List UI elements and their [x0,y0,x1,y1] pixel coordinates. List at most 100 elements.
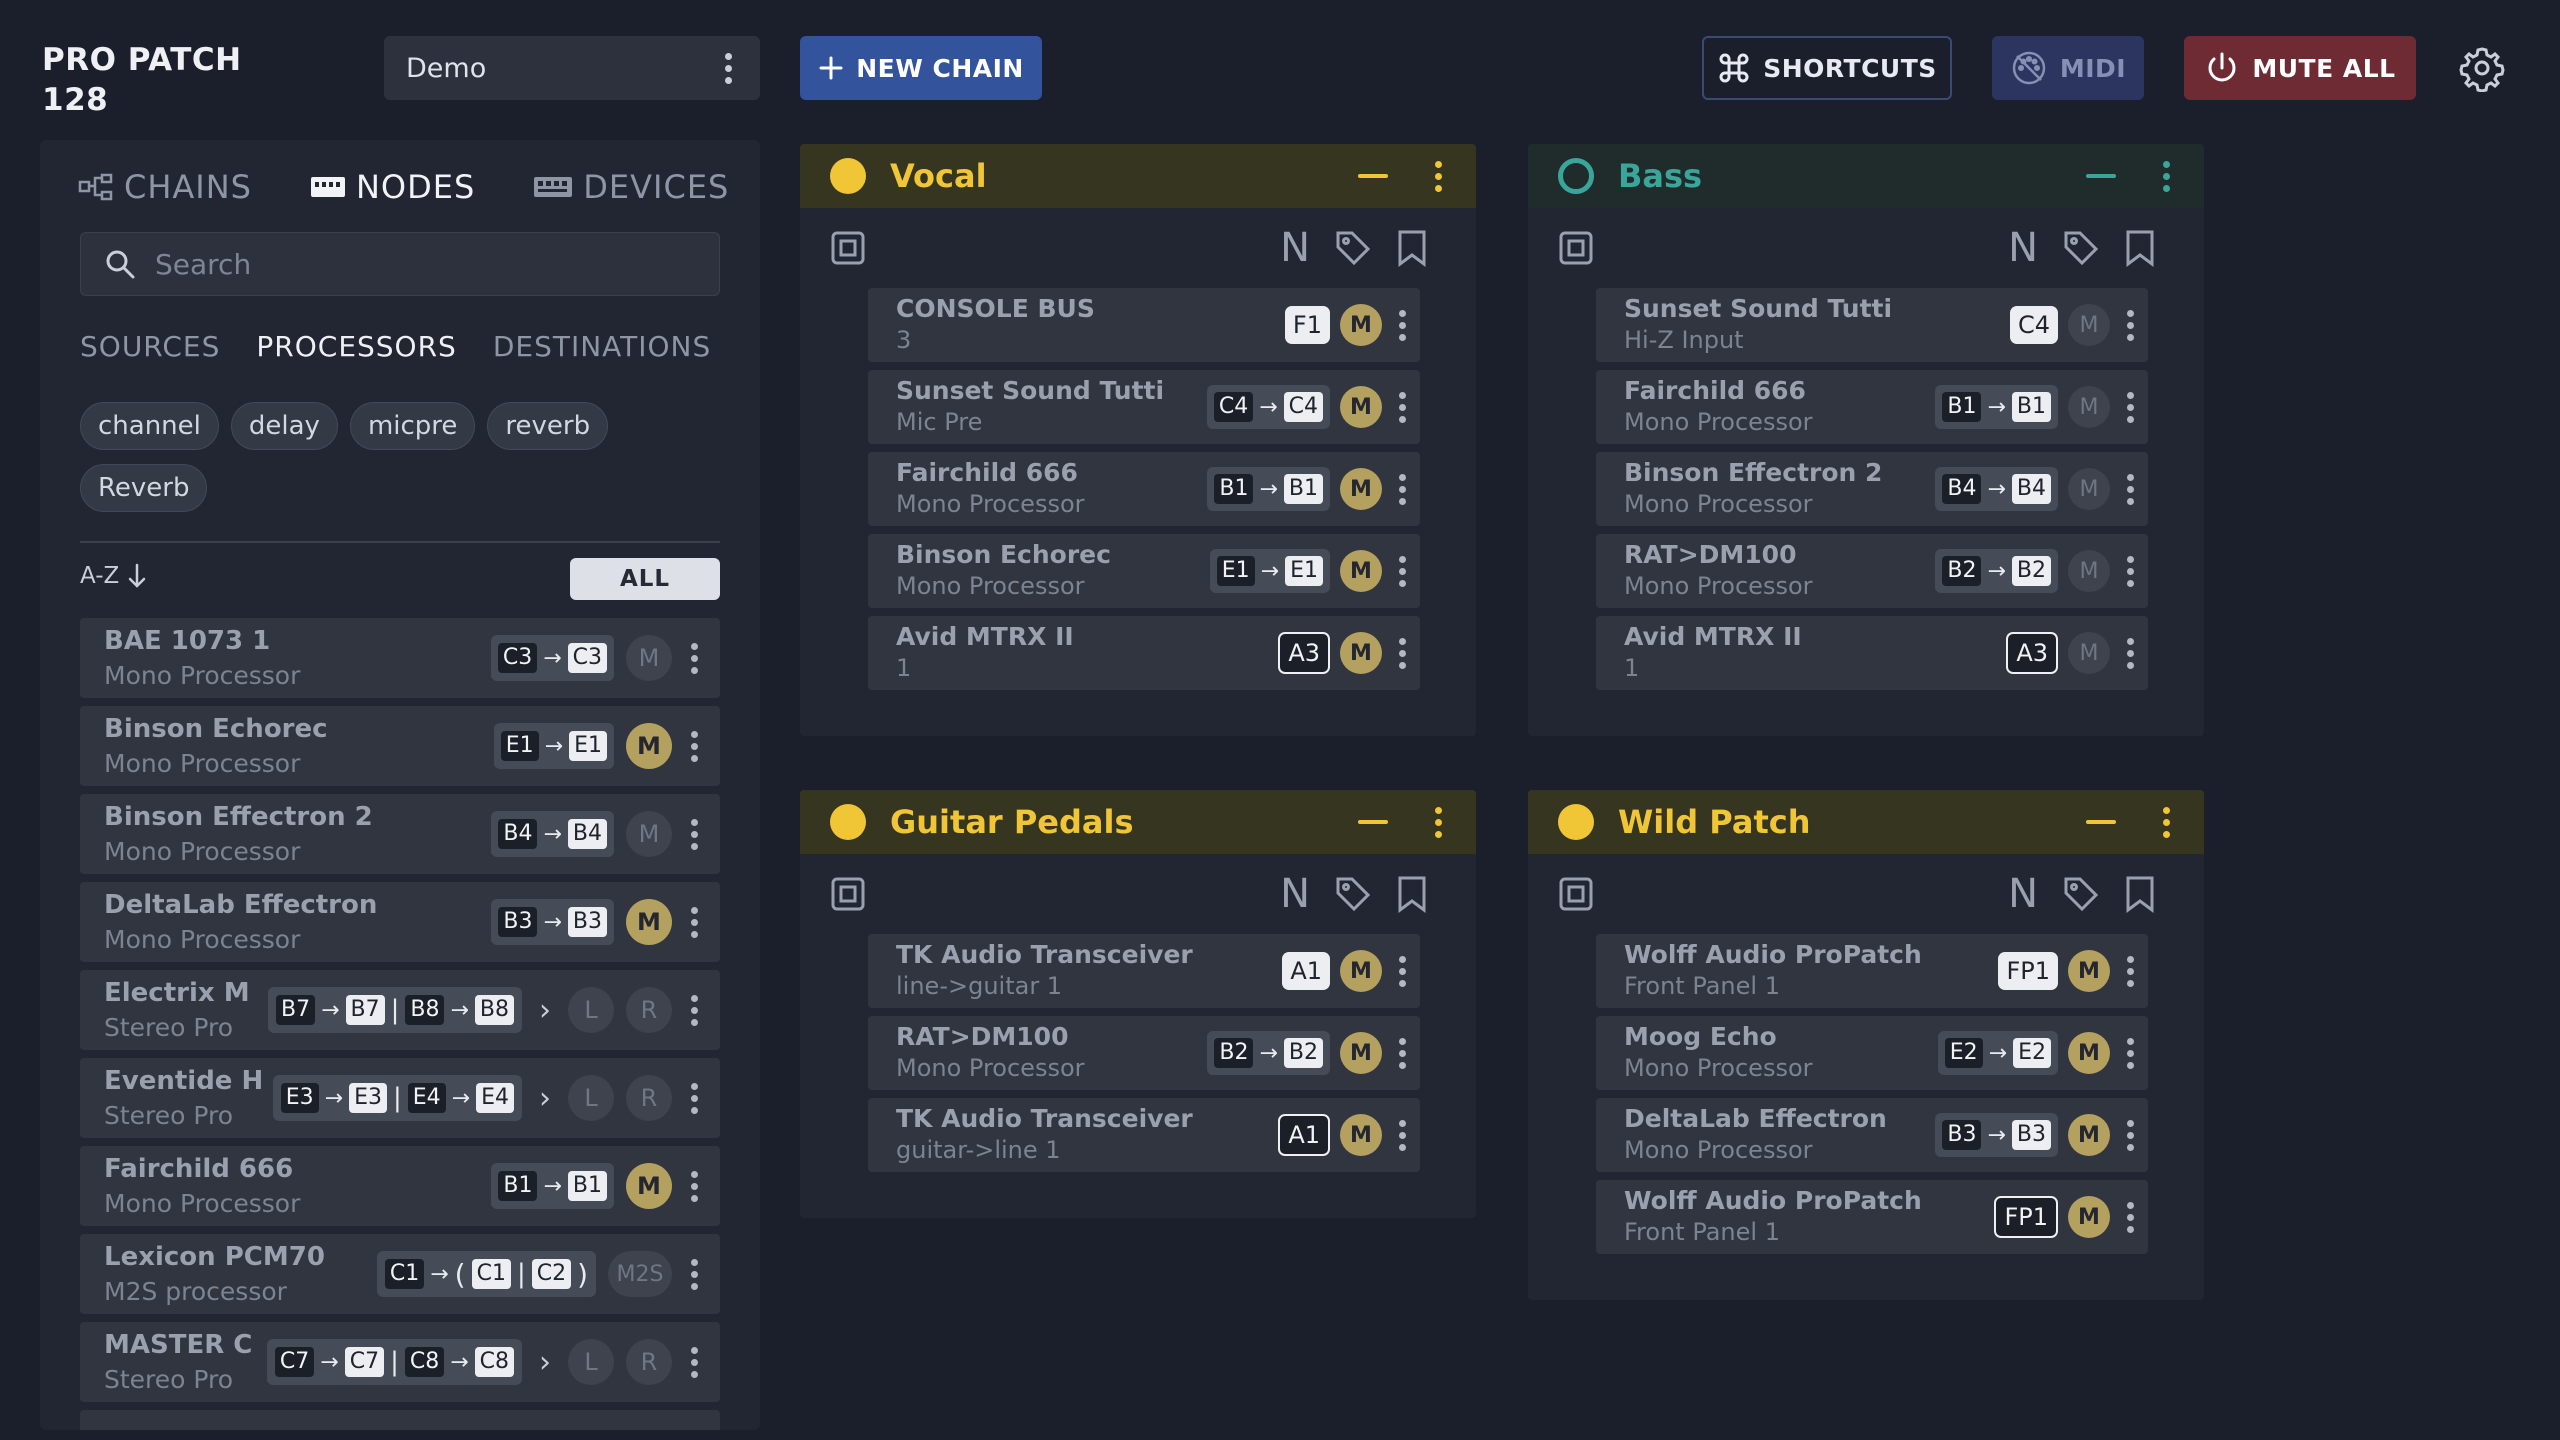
more-icon[interactable] [1392,1037,1412,1069]
search-box[interactable] [80,232,720,296]
patch-select[interactable]: Demo [384,36,760,100]
chain-header[interactable]: Bass [1528,144,2204,208]
more-icon[interactable] [684,1170,704,1202]
chain-node[interactable]: Sunset Sound Tutti Mic Pre C4 → C4 M [868,370,1420,444]
notes-icon[interactable]: N [2008,874,2038,914]
chain-menu-icon[interactable] [1428,806,1448,838]
port-badge[interactable]: A3 [2006,632,2058,674]
show-all-button[interactable]: ALL [570,558,720,600]
mute-button[interactable]: M [2068,1032,2110,1074]
more-icon[interactable] [684,994,704,1026]
chain-menu-icon[interactable] [2156,160,2176,192]
tag-icon[interactable] [2062,875,2100,913]
mute-button[interactable]: M [1340,1032,1382,1074]
more-icon[interactable] [1392,391,1412,423]
chevron-right-icon[interactable]: › [534,993,556,1028]
mute-button[interactable]: M [1340,1114,1382,1156]
port-badge[interactable]: A1 [1278,1114,1330,1156]
tag-chip[interactable]: Reverb [80,464,208,512]
chain-node[interactable]: Fairchild 666 Mono Processor B1 → B1 M [868,452,1420,526]
collapse-icon[interactable] [1358,174,1388,178]
more-icon[interactable] [2120,473,2140,505]
collapse-icon[interactable] [2086,174,2116,178]
chain-node[interactable]: Avid MTRX II 1 A3 M [1596,616,2148,690]
routing-pill[interactable]: B1 → B1 [491,1163,614,1209]
routing-pill[interactable]: E1 → E1 [493,723,614,769]
mute-button[interactable]: M [2068,1196,2110,1238]
gear-icon[interactable] [2458,44,2506,92]
left-mute-button[interactable]: L [568,1339,614,1385]
mute-button[interactable]: M [1340,632,1382,674]
chain-node[interactable]: DeltaLab Effectron Mono Processor B3 → B… [1596,1098,2148,1172]
mute-all-button[interactable]: MUTE ALL [2184,36,2416,100]
more-icon[interactable] [684,730,704,762]
mute-button[interactable]: M [1340,386,1382,428]
port-badge[interactable]: FP1 [1998,952,2058,990]
more-icon[interactable] [2120,555,2140,587]
tag-chip[interactable]: channel [80,402,219,450]
more-icon[interactable] [684,642,704,674]
chain-node[interactable]: Avid MTRX II 1 A3 M [868,616,1420,690]
select-all-icon[interactable] [830,876,866,912]
more-icon[interactable] [684,818,704,850]
more-icon[interactable] [1392,309,1412,341]
chain-node[interactable]: TK Audio Transceiver guitar->line 1 A1 M [868,1098,1420,1172]
routing-pill[interactable]: E1 → E1 [1209,549,1330,593]
routing-pill[interactable]: E3 → E3 | E4 → E4 [272,1075,522,1121]
chevron-right-icon[interactable]: › [534,1081,556,1116]
tab-nodes[interactable]: NODES [310,168,475,206]
chain-menu-icon[interactable] [1428,160,1448,192]
more-icon[interactable] [1392,555,1412,587]
left-mute-button[interactable]: L [568,1075,614,1121]
port-badge[interactable]: A1 [1282,952,1330,990]
chain-node[interactable]: Sunset Sound Tutti Hi-Z Input C4 M [1596,288,2148,362]
chain-status-indicator[interactable] [830,804,866,840]
chain-menu-icon[interactable] [2156,806,2176,838]
tag-chip[interactable]: delay [230,402,338,450]
list-item[interactable]: Binson Effectron 2 Mono Processor B4 → B… [80,794,720,874]
mute-button[interactable]: M [2068,550,2110,592]
search-input[interactable] [155,247,695,281]
list-item[interactable]: Lexicon PCM70 M2S processor C1 → ( C1 | … [80,1234,720,1314]
mute-button[interactable]: M [626,811,672,857]
collapse-icon[interactable] [1358,820,1388,824]
more-icon[interactable] [2120,955,2140,987]
chain-status-indicator[interactable] [830,158,866,194]
mute-button[interactable]: M [1340,304,1382,346]
routing-pill[interactable]: B2 → B2 [1935,549,2058,593]
more-icon[interactable] [2120,309,2140,341]
notes-icon[interactable]: N [2008,228,2038,268]
list-item[interactable]: BAE 1073 1 Mono Processor C3 → C3 M [80,618,720,698]
chain-node[interactable]: Moog Echo Mono Processor E2 → E2 M [1596,1016,2148,1090]
routing-pill[interactable]: B2 → B2 [1207,1031,1330,1075]
midi-button[interactable]: MIDI [1992,36,2144,100]
mute-button[interactable]: M [626,635,672,681]
tag-chip[interactable]: micpre [349,402,476,450]
collapse-icon[interactable] [2086,820,2116,824]
chain-node[interactable]: Wolff Audio ProPatch Front Panel 1 FP1 M [1596,1180,2148,1254]
mute-button[interactable]: M [2068,950,2110,992]
chain-node[interactable]: Fairchild 666 Mono Processor B1 → B1 M [1596,370,2148,444]
port-badge[interactable]: A3 [1278,632,1330,674]
tag-icon[interactable] [1334,229,1372,267]
mute-button[interactable]: M [1340,950,1382,992]
chain-node[interactable]: TK Audio Transceiver line->guitar 1 A1 M [868,934,1420,1008]
more-icon[interactable] [684,1258,704,1290]
bookmark-icon[interactable] [1396,875,1428,913]
tag-icon[interactable] [2062,229,2100,267]
routing-pill[interactable]: B3 → B3 [491,899,614,945]
routing-pill[interactable]: B3 → B3 [1935,1113,2058,1157]
routing-pill[interactable]: C1 → ( C1 | C2 ) [376,1251,596,1297]
more-icon[interactable] [2120,637,2140,669]
patch-menu-icon[interactable] [718,52,738,84]
mute-button[interactable]: M [1340,550,1382,592]
chain-header[interactable]: Wild Patch [1528,790,2204,854]
more-icon[interactable] [1392,955,1412,987]
bookmark-icon[interactable] [2124,229,2156,267]
more-icon[interactable] [684,1346,704,1378]
routing-pill[interactable]: B4 → B4 [1935,467,2058,511]
routing-pill[interactable]: B7 → B7 | B8 → B8 [267,987,522,1033]
subtab-destinations[interactable]: DESTINATIONS [493,330,711,363]
notes-icon[interactable]: N [1280,228,1310,268]
more-icon[interactable] [2120,1037,2140,1069]
